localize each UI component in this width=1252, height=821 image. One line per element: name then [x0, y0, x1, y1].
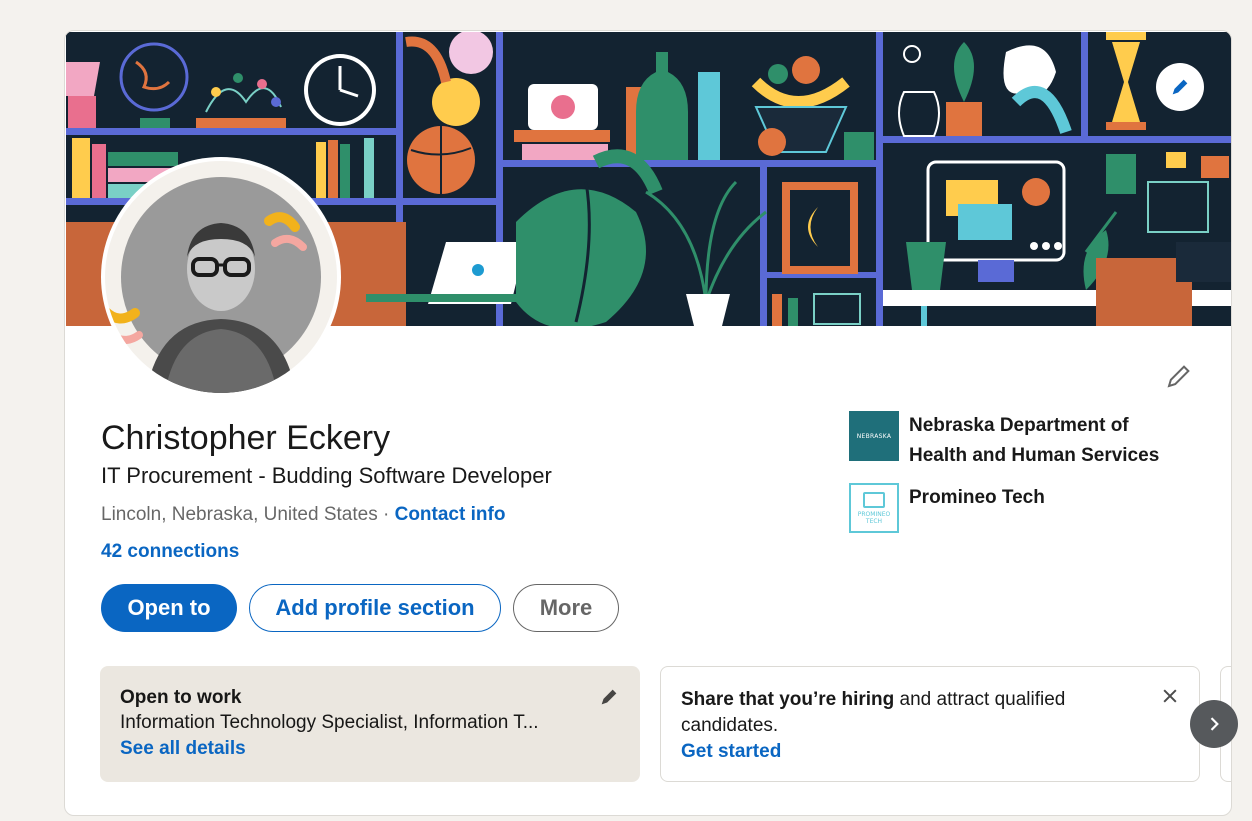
experience-item-label: Promineo Tech: [909, 487, 1045, 508]
open-to-work-edit-button[interactable]: [594, 682, 624, 712]
separator: ·: [377, 504, 395, 525]
profile-photo[interactable]: [101, 157, 341, 397]
banner-edit-button[interactable]: [1156, 63, 1204, 111]
more-button[interactable]: More: [513, 584, 619, 632]
open-to-work-title: Open to work: [120, 687, 242, 708]
see-all-details-link[interactable]: See all details: [120, 736, 620, 762]
hiring-text: Share that you’re hiring and attract qua…: [681, 687, 1121, 739]
location-line: Lincoln, Nebraska, United States · Conta…: [101, 504, 505, 526]
avatar: [105, 161, 337, 393]
chevron-right-icon: [1210, 717, 1219, 731]
close-icon: [1163, 689, 1177, 703]
profile-name: Christopher Eckery: [101, 419, 391, 457]
intro-edit-button[interactable]: [1159, 356, 1199, 396]
hiring-card: Share that you’re hiring and attract qua…: [660, 666, 1200, 782]
pencil-icon: [1172, 79, 1188, 95]
hiring-close-button[interactable]: [1155, 681, 1185, 711]
contact-info-link[interactable]: Contact info: [395, 504, 506, 525]
pencil-icon: [601, 689, 617, 705]
pencil-icon: [1167, 365, 1190, 388]
experience-item-label: Nebraska Department of Health and Human …: [909, 415, 1160, 466]
open-to-button[interactable]: Open to: [101, 584, 237, 632]
open-to-work-card[interactable]: Open to work Information Technology Spec…: [100, 666, 640, 782]
carousel-next-button[interactable]: [1190, 700, 1238, 748]
experience-item-dhhs[interactable]: NEBRASKA Nebraska Department of Health a…: [849, 411, 1179, 471]
dhhs-logo: NEBRASKA: [849, 411, 899, 461]
get-started-link[interactable]: Get started: [681, 739, 1179, 765]
promineo-logo: PROMINEO TECH: [849, 483, 899, 533]
profile-card: Christopher Eckery IT Procurement - Budd…: [64, 30, 1232, 816]
profile-location: Lincoln, Nebraska, United States: [101, 504, 378, 525]
hiring-strong-text: Share that you’re hiring: [681, 689, 895, 710]
profile-headline: IT Procurement - Budding Software Develo…: [101, 463, 552, 488]
connections-link[interactable]: 42 connections: [101, 541, 239, 563]
experience-item-promineo[interactable]: PROMINEO TECH Promineo Tech: [849, 483, 1179, 533]
open-to-work-roles: Information Technology Specialist, Infor…: [120, 712, 539, 733]
add-profile-section-button[interactable]: Add profile section: [249, 584, 501, 632]
